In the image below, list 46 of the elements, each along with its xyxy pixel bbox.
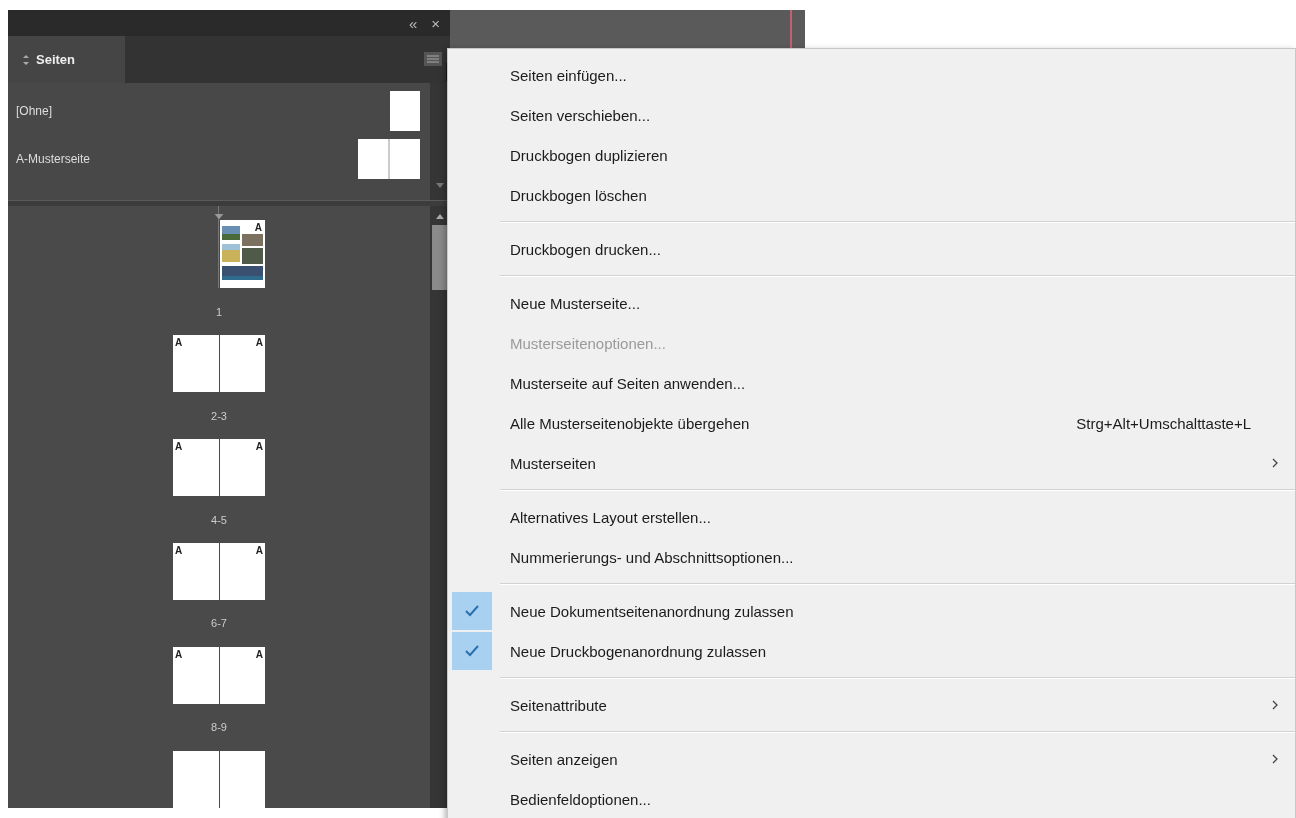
menu-item[interactable]: Musterseite auf Seiten anwenden... (448, 363, 1295, 403)
page-number: 6-7 (211, 617, 227, 630)
scroll-down-icon[interactable] (436, 183, 444, 188)
menu-item[interactable]: Seiten anzeigen (448, 739, 1295, 779)
menu-item[interactable]: Alternatives Layout erstellen... (448, 497, 1295, 537)
close-button[interactable]: × (431, 15, 440, 31)
collapse-button[interactable]: « (408, 15, 418, 31)
menu-item[interactable]: Seiten einfügen... (448, 55, 1295, 95)
master-prefix: A (175, 648, 183, 660)
master-prefix: A (175, 440, 183, 452)
master-prefix: A (175, 336, 183, 348)
insert-marker-icon (214, 214, 224, 220)
menu-item[interactable]: Neue Musterseite... (448, 283, 1295, 323)
master-prefix: A (255, 440, 263, 452)
menu-item[interactable]: Neue Druckbogenanordnung zulassen (448, 631, 1295, 671)
grip-icon (22, 53, 30, 66)
menu-item[interactable]: Alle Musterseitenobjekte übergehen Strg+Alt+Umschalttaste+L (448, 403, 1295, 443)
check-icon (465, 605, 479, 617)
page-number: 2-3 (211, 409, 227, 422)
menu-item[interactable]: Bedienfeldoptionen... (448, 779, 1295, 818)
page-number: 8-9 (211, 721, 227, 734)
menu-item[interactable]: Nummerierungs- und Abschnittsoptionen... (448, 537, 1295, 577)
menu-item[interactable]: Seitenattribute (448, 685, 1295, 725)
check-icon (465, 645, 479, 657)
master-thumbnail[interactable] (358, 139, 420, 179)
menu-item[interactable]: Druckbogen duplizieren (448, 135, 1295, 175)
menu-item[interactable]: Druckbogen löschen (448, 175, 1295, 215)
menu-item[interactable]: Neue Dokumentseitenanordnung zulassen (448, 591, 1295, 631)
master-prefix: A (255, 648, 263, 660)
master-prefix: A (255, 336, 263, 348)
master-prefix: A (253, 222, 263, 234)
scrollbar-thumb[interactable] (432, 225, 448, 290)
page-spread[interactable] (173, 750, 265, 808)
menu-icon[interactable] (424, 52, 442, 66)
master-label[interactable]: [Ohne] (16, 104, 53, 118)
menu-item[interactable]: Musterseiten (448, 443, 1295, 483)
master-label[interactable]: A-Musterseite (16, 152, 91, 166)
page-number: 1 (215, 305, 223, 318)
page-number: 4-5 (211, 513, 227, 526)
scroll-up-icon[interactable] (436, 214, 444, 219)
menu-item[interactable]: Druckbogen drucken... (448, 229, 1295, 269)
master-prefix: A (255, 544, 263, 556)
master-thumbnail[interactable] (390, 91, 420, 131)
master-prefix: A (175, 544, 183, 556)
pages-tab[interactable]: Seiten (8, 36, 125, 83)
menu-item[interactable]: Seiten verschieben... (448, 95, 1295, 135)
